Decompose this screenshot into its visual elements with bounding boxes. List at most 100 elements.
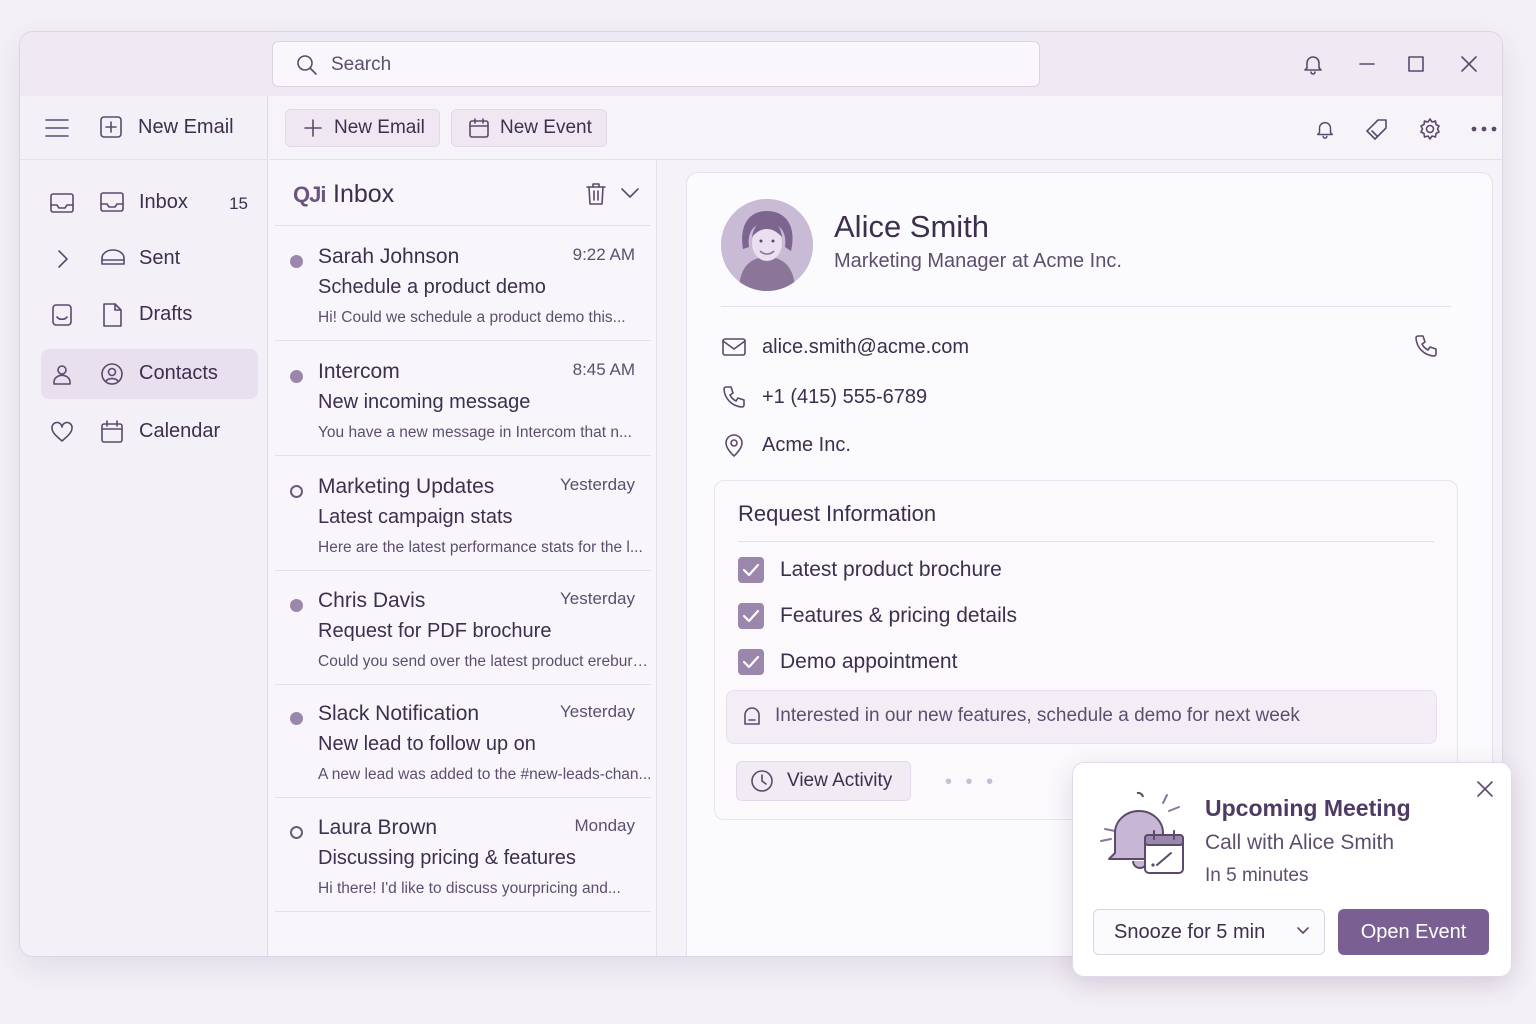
email-subject: Schedule a product demo bbox=[318, 276, 546, 298]
contact-email-row[interactable]: alice.smith@acme.com bbox=[721, 336, 969, 358]
minimize-button[interactable] bbox=[1354, 51, 1380, 77]
maximize-button[interactable] bbox=[1403, 51, 1429, 77]
contact-email[interactable]: alice.smith@acme.com bbox=[762, 336, 969, 359]
contact-circle-icon bbox=[99, 361, 125, 387]
sidebar-item-sent[interactable]: Sent bbox=[41, 234, 258, 284]
sidebar-item-label: Contacts bbox=[139, 362, 218, 384]
email-time: Yesterday bbox=[560, 702, 635, 721]
sidebar-item-drafts[interactable]: Drafts bbox=[41, 290, 258, 340]
email-row[interactable]: Slack Notification Yesterday New lead to… bbox=[275, 684, 651, 798]
checkbox-checked-icon bbox=[738, 649, 764, 675]
chevron-right-icon[interactable] bbox=[49, 247, 75, 271]
bell-icon bbox=[1314, 118, 1336, 140]
inbox-tray-icon bbox=[49, 191, 75, 215]
email-preview: Hi! Could we schedule a product demo thi… bbox=[318, 309, 626, 326]
close-icon[interactable] bbox=[1475, 779, 1495, 799]
contact-role: Marketing Manager at Acme Inc. bbox=[834, 250, 1122, 272]
call-button[interactable] bbox=[1413, 333, 1439, 359]
new-event-label: New Event bbox=[500, 117, 592, 138]
contact-company: Acme Inc. bbox=[762, 433, 851, 456]
email-preview: Hi there! I'd like to discuss yourpricin… bbox=[318, 880, 621, 897]
sidebar-item-inbox[interactable]: Inbox 15 bbox=[41, 178, 258, 228]
unread-count-badge: 15 bbox=[229, 194, 248, 213]
heart-icon bbox=[49, 420, 75, 444]
sidebar: New Email Inbox 15 Sent Drafts Contacts … bbox=[20, 96, 268, 956]
contact-name: Alice Smith bbox=[834, 209, 990, 244]
request-checkbox-demo[interactable]: Demo appointment bbox=[738, 649, 957, 675]
sidebar-new-email-label: New Email bbox=[138, 115, 234, 138]
document-icon bbox=[99, 302, 125, 328]
search-input[interactable] bbox=[331, 52, 1011, 78]
email-subject: Discussing pricing & features bbox=[318, 847, 576, 869]
clock-icon bbox=[749, 768, 775, 794]
contact-phone[interactable]: +1 (415) 555-6789 bbox=[762, 386, 927, 409]
request-checkbox-pricing[interactable]: Features & pricing details bbox=[738, 603, 1017, 629]
open-event-label: Open Event bbox=[1360, 920, 1467, 943]
view-activity-button[interactable]: View Activity bbox=[736, 761, 912, 801]
unread-dot bbox=[290, 255, 303, 268]
divider bbox=[721, 306, 1451, 307]
hamburger-menu-icon[interactable] bbox=[44, 116, 70, 140]
plus-icon bbox=[302, 117, 324, 139]
settings-button[interactable] bbox=[1417, 116, 1443, 142]
contact-phone-row[interactable]: +1 (415) 555-6789 bbox=[721, 384, 927, 410]
calendar-icon bbox=[99, 419, 125, 445]
more-options-button[interactable] bbox=[1471, 116, 1497, 142]
view-activity-label: View Activity bbox=[787, 770, 893, 791]
checkbox-label: Demo appointment bbox=[780, 650, 958, 673]
request-checkbox-brochure[interactable]: Latest product brochure bbox=[738, 557, 1002, 583]
sidebar-item-calendar[interactable]: Calendar bbox=[41, 407, 258, 457]
inbox-header: QJi Inbox bbox=[275, 160, 651, 226]
maximize-icon bbox=[1406, 54, 1426, 74]
bell-icon bbox=[1301, 52, 1325, 76]
toolbar: New Email New Event bbox=[269, 96, 1502, 160]
search-icon bbox=[295, 53, 319, 77]
trash-icon[interactable] bbox=[585, 182, 607, 206]
email-row[interactable]: Marketing Updates Yesterday Latest campa… bbox=[275, 457, 651, 571]
location-pin-icon bbox=[721, 432, 747, 458]
sidebar-item-label: Inbox bbox=[139, 191, 188, 213]
draft-box-icon bbox=[49, 303, 75, 327]
tag-button[interactable] bbox=[1364, 116, 1390, 142]
new-email-button[interactable]: New Email bbox=[285, 109, 440, 147]
toolbar-notifications-button[interactable] bbox=[1312, 116, 1338, 142]
new-event-button[interactable]: New Event bbox=[451, 109, 607, 147]
app-logo: QJi bbox=[293, 182, 326, 207]
sidebar-item-label: Drafts bbox=[139, 303, 193, 325]
email-row[interactable]: Sarah Johnson 9:22 AM Schedule a product… bbox=[275, 227, 651, 341]
chevron-down-icon bbox=[1296, 926, 1310, 936]
chevron-down-icon[interactable] bbox=[619, 186, 641, 200]
email-time: Monday bbox=[574, 816, 635, 835]
phone-icon bbox=[721, 384, 747, 410]
email-preview: Here are the latest performance stats fo… bbox=[318, 539, 643, 556]
request-title: Request Information bbox=[738, 501, 937, 526]
sidebar-item-label: Calendar bbox=[139, 420, 221, 442]
email-subject: New incoming message bbox=[318, 391, 531, 413]
sidebar-item-contacts[interactable]: Contacts bbox=[41, 349, 258, 399]
email-row[interactable]: Laura Brown Monday Discussing pricing & … bbox=[275, 798, 651, 912]
email-list-pane: QJi Inbox Sarah Johnson 9:22 AM Schedule… bbox=[269, 160, 657, 956]
email-time: Yesterday bbox=[560, 589, 635, 608]
open-event-button[interactable]: Open Event bbox=[1338, 909, 1489, 955]
contact-company-row: Acme Inc. bbox=[721, 432, 851, 458]
email-time: 9:22 AM bbox=[572, 245, 635, 264]
bell-calendar-icon bbox=[1097, 789, 1189, 879]
email-preview: Could you send over the latest product e… bbox=[318, 653, 654, 670]
snooze-dropdown[interactable]: Snooze for 5 min bbox=[1093, 909, 1325, 955]
close-window-button[interactable] bbox=[1456, 51, 1482, 77]
request-note: Interested in our new features, schedule… bbox=[726, 690, 1437, 744]
note-text: Interested in our new features, schedule… bbox=[775, 705, 1300, 726]
sidebar-new-email-button[interactable]: New Email bbox=[98, 114, 234, 140]
sent-tray-icon bbox=[99, 246, 127, 270]
email-row[interactable]: Intercom 8:45 AM New incoming message Yo… bbox=[275, 342, 651, 456]
minimize-icon bbox=[1357, 54, 1377, 74]
title-bar bbox=[20, 32, 1502, 96]
search-box[interactable] bbox=[272, 41, 1040, 87]
checkbox-label: Features & pricing details bbox=[780, 604, 1017, 627]
more-actions-indicator[interactable]: • • • bbox=[945, 771, 997, 794]
email-row[interactable]: Chris Davis Yesterday Request for PDF br… bbox=[275, 571, 654, 685]
email-subject: New lead to follow up on bbox=[318, 733, 536, 755]
notifications-button[interactable] bbox=[1300, 51, 1326, 77]
notification-subtitle: Call with Alice Smith bbox=[1205, 831, 1395, 854]
unread-dot bbox=[290, 712, 303, 725]
